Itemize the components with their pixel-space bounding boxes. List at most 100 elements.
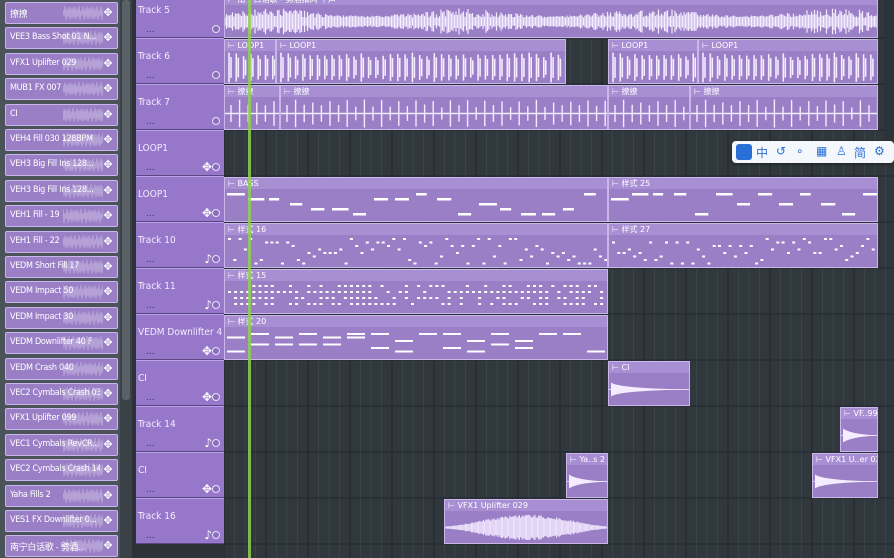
move-icon[interactable]: ✥ xyxy=(101,209,115,223)
track-mute-led[interactable] xyxy=(212,25,220,33)
playlist-clip[interactable]: ⊢ LOOP1 xyxy=(608,39,698,84)
move-icon[interactable]: ✥ xyxy=(101,311,115,325)
track-header[interactable]: Track 7... xyxy=(136,84,224,130)
picker-item[interactable]: VES1 FX Downlifter 0... ✥ xyxy=(5,510,118,532)
playlist-clip[interactable]: ⊢ BASS xyxy=(224,177,608,222)
picker-item[interactable]: VEC2 Cymbals Crash 03 ✥ xyxy=(5,383,118,405)
playlist-clip[interactable]: ⊢ LOOP1 xyxy=(698,39,878,84)
playlist-clip[interactable]: ⊢ LOOP1 xyxy=(276,39,566,84)
track-mute-led[interactable] xyxy=(212,347,220,355)
picker-item[interactable]: CI ✥ xyxy=(5,103,118,126)
move-icon[interactable]: ✥ xyxy=(101,362,115,376)
track-header[interactable]: VEDM Downlifter 40 F... ✥ xyxy=(136,314,224,360)
track-header[interactable]: Track 10... ♪ xyxy=(136,222,224,268)
playlist-area[interactable]: ⊢ 南宁白话歌 - 劈酒猜码 干声⊢ LOOP1⊢ LOOP1⊢ LOOP1⊢ … xyxy=(224,0,894,558)
playlist-clip[interactable]: ⊢ 撩撩 xyxy=(280,85,608,130)
track-mute-led[interactable] xyxy=(212,209,220,217)
track-grip[interactable]: ... xyxy=(146,439,155,449)
track-grip[interactable]: ... xyxy=(146,347,155,357)
picker-scrollbar[interactable] xyxy=(120,0,132,558)
track-mute-led[interactable] xyxy=(212,439,220,447)
track-mute-led[interactable] xyxy=(212,485,220,493)
track-header[interactable]: LOOP1... ✥ xyxy=(136,130,224,176)
track-grip[interactable]: ... xyxy=(146,485,155,495)
picker-item[interactable]: VEC2 Cymbals Crash 14 ✥ xyxy=(5,459,118,482)
playlist-clip[interactable]: ⊢ VFX1 U..er 029 xyxy=(812,453,878,498)
picker-item[interactable]: MUB1 FX 007 ✥ xyxy=(5,78,118,101)
picker-item[interactable]: VEDM Crash 040 ✥ xyxy=(5,357,118,380)
picker-item[interactable]: VEDM Short Fill 17 ✥ xyxy=(5,256,118,278)
move-icon[interactable]: ✥ xyxy=(101,31,115,45)
ime-keyboard-icon[interactable]: ▦ xyxy=(816,144,827,158)
playlist-clip[interactable]: ⊢ 样式 16 xyxy=(224,223,608,268)
picker-item[interactable]: VEH4 Fill 030 128BPM ✥ xyxy=(5,129,118,151)
track-mute-led[interactable] xyxy=(212,301,220,309)
track-mute-led[interactable] xyxy=(212,531,220,539)
picker-scrollbar-thumb[interactable] xyxy=(122,0,130,400)
track-grip[interactable]: ... xyxy=(146,117,155,127)
playlist-clip[interactable]: ⊢ Ya..s 2 xyxy=(566,453,608,498)
move-icon[interactable]: ✥ xyxy=(101,82,115,96)
picker-item[interactable]: VEH1 Fill - 19 ✥ xyxy=(5,205,118,228)
track-mute-led[interactable] xyxy=(212,393,220,401)
move-icon[interactable]: ✥ xyxy=(101,412,115,426)
track-grip[interactable]: ... xyxy=(146,393,155,403)
picker-item[interactable]: 南宁白话歌 - 劈酒... ✥ xyxy=(5,535,118,558)
picker-item[interactable]: VFX1 Uplifter 029 ✥ xyxy=(5,52,118,75)
move-icon[interactable]: ✥ xyxy=(101,463,115,477)
track-grip[interactable]: ... xyxy=(146,301,155,311)
playlist-clip[interactable]: ⊢ VF..99 xyxy=(840,407,878,452)
move-icon[interactable]: ✥ xyxy=(101,57,115,71)
track-header[interactable]: Track 14... ♪ xyxy=(136,406,224,452)
track-mute-led[interactable] xyxy=(212,163,220,171)
move-icon[interactable]: ✥ xyxy=(101,539,115,553)
move-icon[interactable]: ✥ xyxy=(101,158,115,172)
picker-item[interactable]: Yaha Fills 2 ✥ xyxy=(5,484,118,507)
ime-simplified-icon[interactable]: 简 xyxy=(854,144,866,161)
playlist-clip[interactable]: ⊢ 撩撩 xyxy=(224,85,280,130)
track-header[interactable]: Track 16... ♪ xyxy=(136,498,224,544)
ime-chinese-mode-icon[interactable]: 中 xyxy=(756,144,768,161)
track-header[interactable]: CI... ✥ xyxy=(136,360,224,406)
move-icon[interactable]: ✥ xyxy=(101,438,115,452)
playlist-clip[interactable]: ⊢ CI xyxy=(608,361,690,406)
move-icon[interactable]: ✥ xyxy=(101,108,115,122)
picker-item[interactable]: VEE3 Bass Shot 01 N... ✥ xyxy=(5,27,118,50)
ime-punct-icon[interactable]: ∘ xyxy=(796,144,804,158)
picker-item[interactable]: VFX1 Uplifter 099 ✥ xyxy=(5,408,118,431)
track-grip[interactable]: ... xyxy=(146,531,155,541)
track-mute-led[interactable] xyxy=(212,117,220,125)
ime-settings-icon[interactable]: ⚙ xyxy=(874,144,885,158)
move-icon[interactable]: ✥ xyxy=(101,285,115,299)
playlist-clip[interactable]: ⊢ 样式 25 xyxy=(608,177,878,222)
track-grip[interactable]: ... xyxy=(146,25,155,35)
picker-item[interactable]: VEDM Impact 30 ✥ xyxy=(5,306,118,329)
track-grip[interactable]: ... xyxy=(146,71,155,81)
track-header[interactable]: Track 6... xyxy=(136,38,224,84)
ime-logo-icon[interactable] xyxy=(736,144,752,160)
track-header[interactable]: Track 5... xyxy=(136,0,224,38)
move-icon[interactable]: ✥ xyxy=(101,6,115,20)
playhead[interactable] xyxy=(248,0,251,558)
move-icon[interactable]: ✥ xyxy=(101,514,115,528)
playlist-clip[interactable]: ⊢ 样式 20 xyxy=(224,315,608,360)
track-grip[interactable]: ... xyxy=(146,209,155,219)
ime-user-icon[interactable]: ♙ xyxy=(836,144,847,158)
track-header[interactable]: Track 11... ♪ xyxy=(136,268,224,314)
playlist-clip[interactable]: ⊢ 撩撩 xyxy=(608,85,690,130)
track-header[interactable]: LOOP1... ✥ xyxy=(136,176,224,222)
picker-item[interactable]: VEH3 Big Fill Ins 128... ✥ xyxy=(5,154,118,177)
picker-item[interactable]: VEH1 Fill - 22 ✥ xyxy=(5,230,118,253)
playlist-clip[interactable]: ⊢ VFX1 Uplifter 029 xyxy=(444,499,608,544)
picker-item[interactable]: VEDM Impact 50 ✥ xyxy=(5,281,118,304)
move-icon[interactable]: ✥ xyxy=(101,489,115,503)
track-header[interactable]: CI... ✥ xyxy=(136,452,224,498)
move-icon[interactable]: ✥ xyxy=(101,336,115,350)
playlist-clip[interactable]: ⊢ 撩撩 xyxy=(690,85,878,130)
move-icon[interactable]: ✥ xyxy=(101,133,115,147)
move-icon[interactable]: ✥ xyxy=(101,260,115,274)
track-mute-led[interactable] xyxy=(212,255,220,263)
track-grip[interactable]: ... xyxy=(146,163,155,173)
playlist-clip[interactable]: ⊢ 样式 27 xyxy=(608,223,878,268)
playlist-clip[interactable]: ⊢ 南宁白话歌 - 劈酒猜码 干声 xyxy=(224,0,878,38)
